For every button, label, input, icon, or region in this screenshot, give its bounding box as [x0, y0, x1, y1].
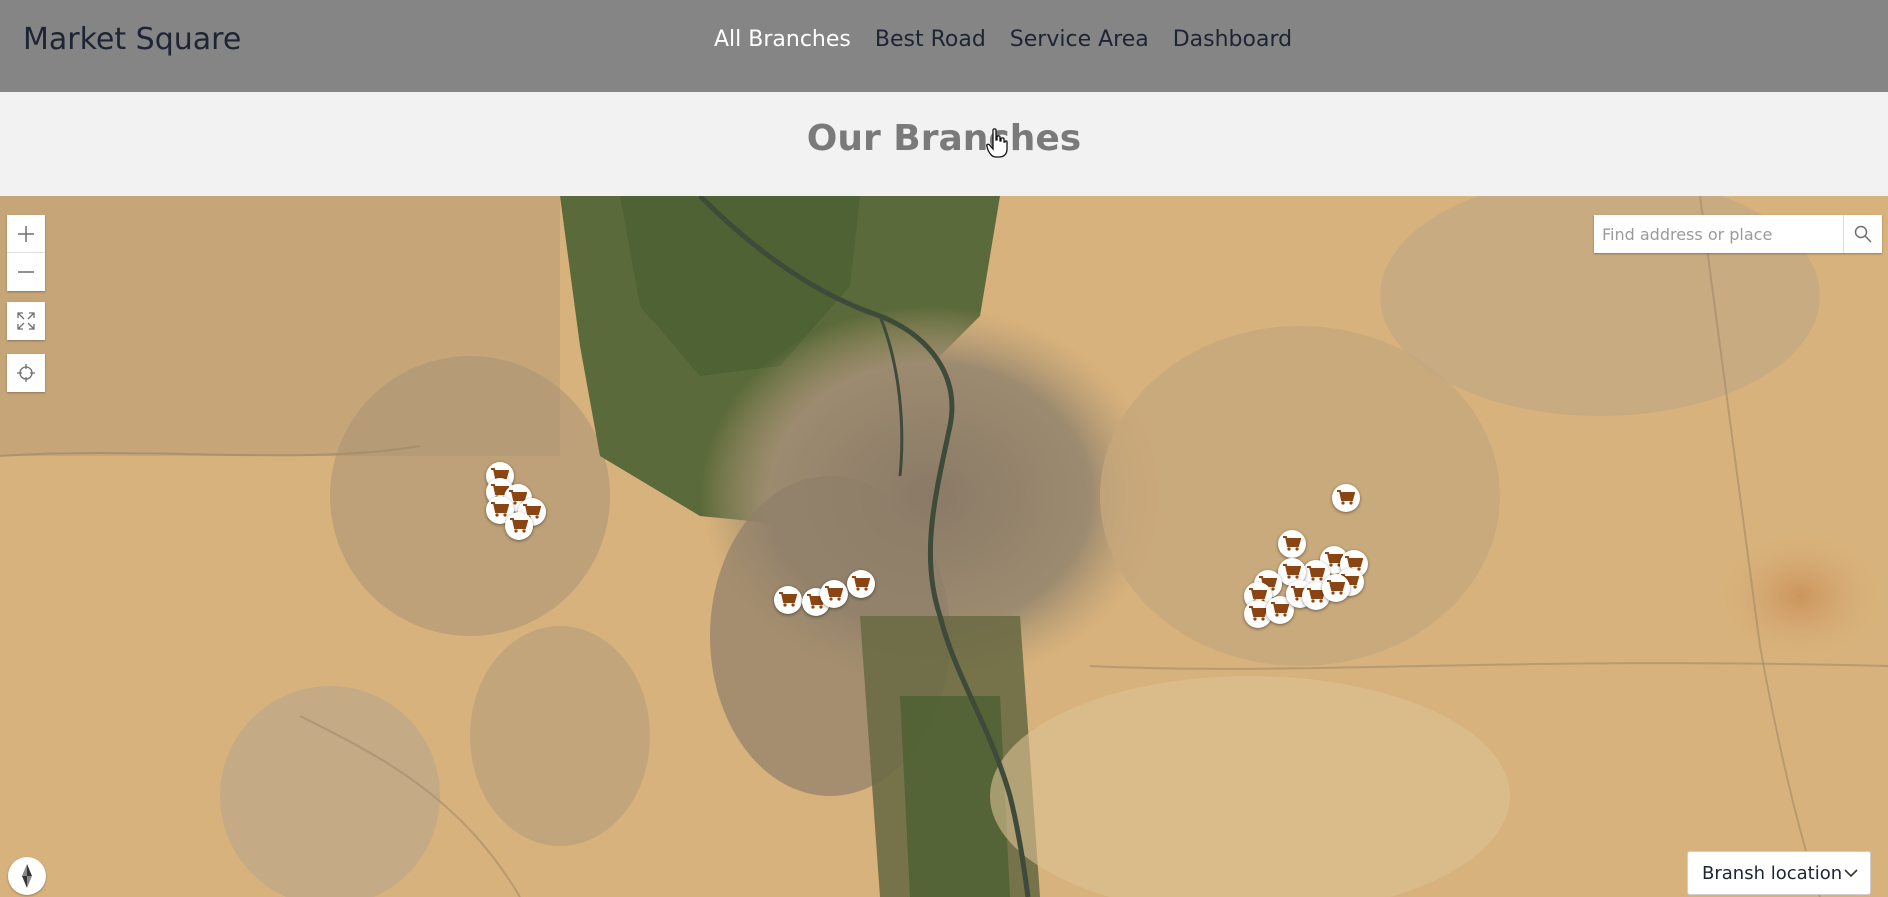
compass-button[interactable] [8, 857, 46, 895]
nav-link-dashboard[interactable]: Dashboard [1173, 27, 1292, 52]
map-search [1594, 215, 1882, 253]
nav-link-all-branches[interactable]: All Branches [714, 27, 851, 52]
top-navbar: Market Square All Branches Best Road Ser… [0, 0, 1888, 92]
plus-icon [18, 225, 34, 242]
shopping-cart-icon [1327, 580, 1345, 595]
shopping-cart-icon [1283, 536, 1301, 551]
shopping-cart-icon [1337, 490, 1355, 505]
shopping-cart-icon [1249, 606, 1267, 621]
branch-marker[interactable] [1322, 574, 1350, 602]
search-button[interactable] [1843, 215, 1882, 253]
shopping-cart-icon [1271, 602, 1289, 617]
nav-links: All Branches Best Road Service Area Dash… [714, 27, 1292, 52]
search-icon [1854, 225, 1872, 243]
layer-select[interactable]: Bransh location [1687, 851, 1871, 895]
brand-title[interactable]: Market Square [23, 22, 241, 57]
branch-marker[interactable] [505, 512, 533, 540]
compass-icon [22, 864, 32, 888]
nav-link-service-area[interactable]: Service Area [1010, 27, 1149, 52]
zoom-controls [7, 215, 45, 291]
chevron-down-icon [1844, 869, 1858, 878]
zoom-out-button[interactable] [7, 253, 45, 291]
shopping-cart-icon [491, 502, 509, 517]
expand-icon [17, 312, 35, 330]
page-title: Our Branches [806, 118, 1082, 159]
crosshair-icon [17, 364, 35, 382]
shopping-cart-icon [1283, 564, 1301, 579]
locate-button[interactable] [7, 354, 45, 392]
minus-icon [18, 271, 34, 273]
hand-cursor-icon [986, 128, 1008, 158]
fullscreen-button[interactable] [7, 302, 45, 340]
branch-marker[interactable] [1278, 530, 1306, 558]
layer-select-value: Bransh location [1702, 862, 1843, 884]
search-input[interactable] [1594, 215, 1843, 253]
branch-marker[interactable] [847, 570, 875, 598]
branch-marker[interactable] [774, 586, 802, 614]
branch-marker[interactable] [1332, 484, 1360, 512]
shopping-cart-icon [510, 518, 528, 533]
zoom-in-button[interactable] [7, 215, 45, 253]
branch-marker[interactable] [820, 580, 848, 608]
map-view[interactable] [0, 196, 1888, 897]
satellite-basemap [0, 196, 1888, 897]
shopping-cart-icon [852, 576, 870, 591]
nav-link-best-road[interactable]: Best Road [875, 27, 986, 52]
shopping-cart-icon [825, 586, 843, 601]
shopping-cart-icon [1307, 566, 1325, 581]
shopping-cart-icon [779, 592, 797, 607]
